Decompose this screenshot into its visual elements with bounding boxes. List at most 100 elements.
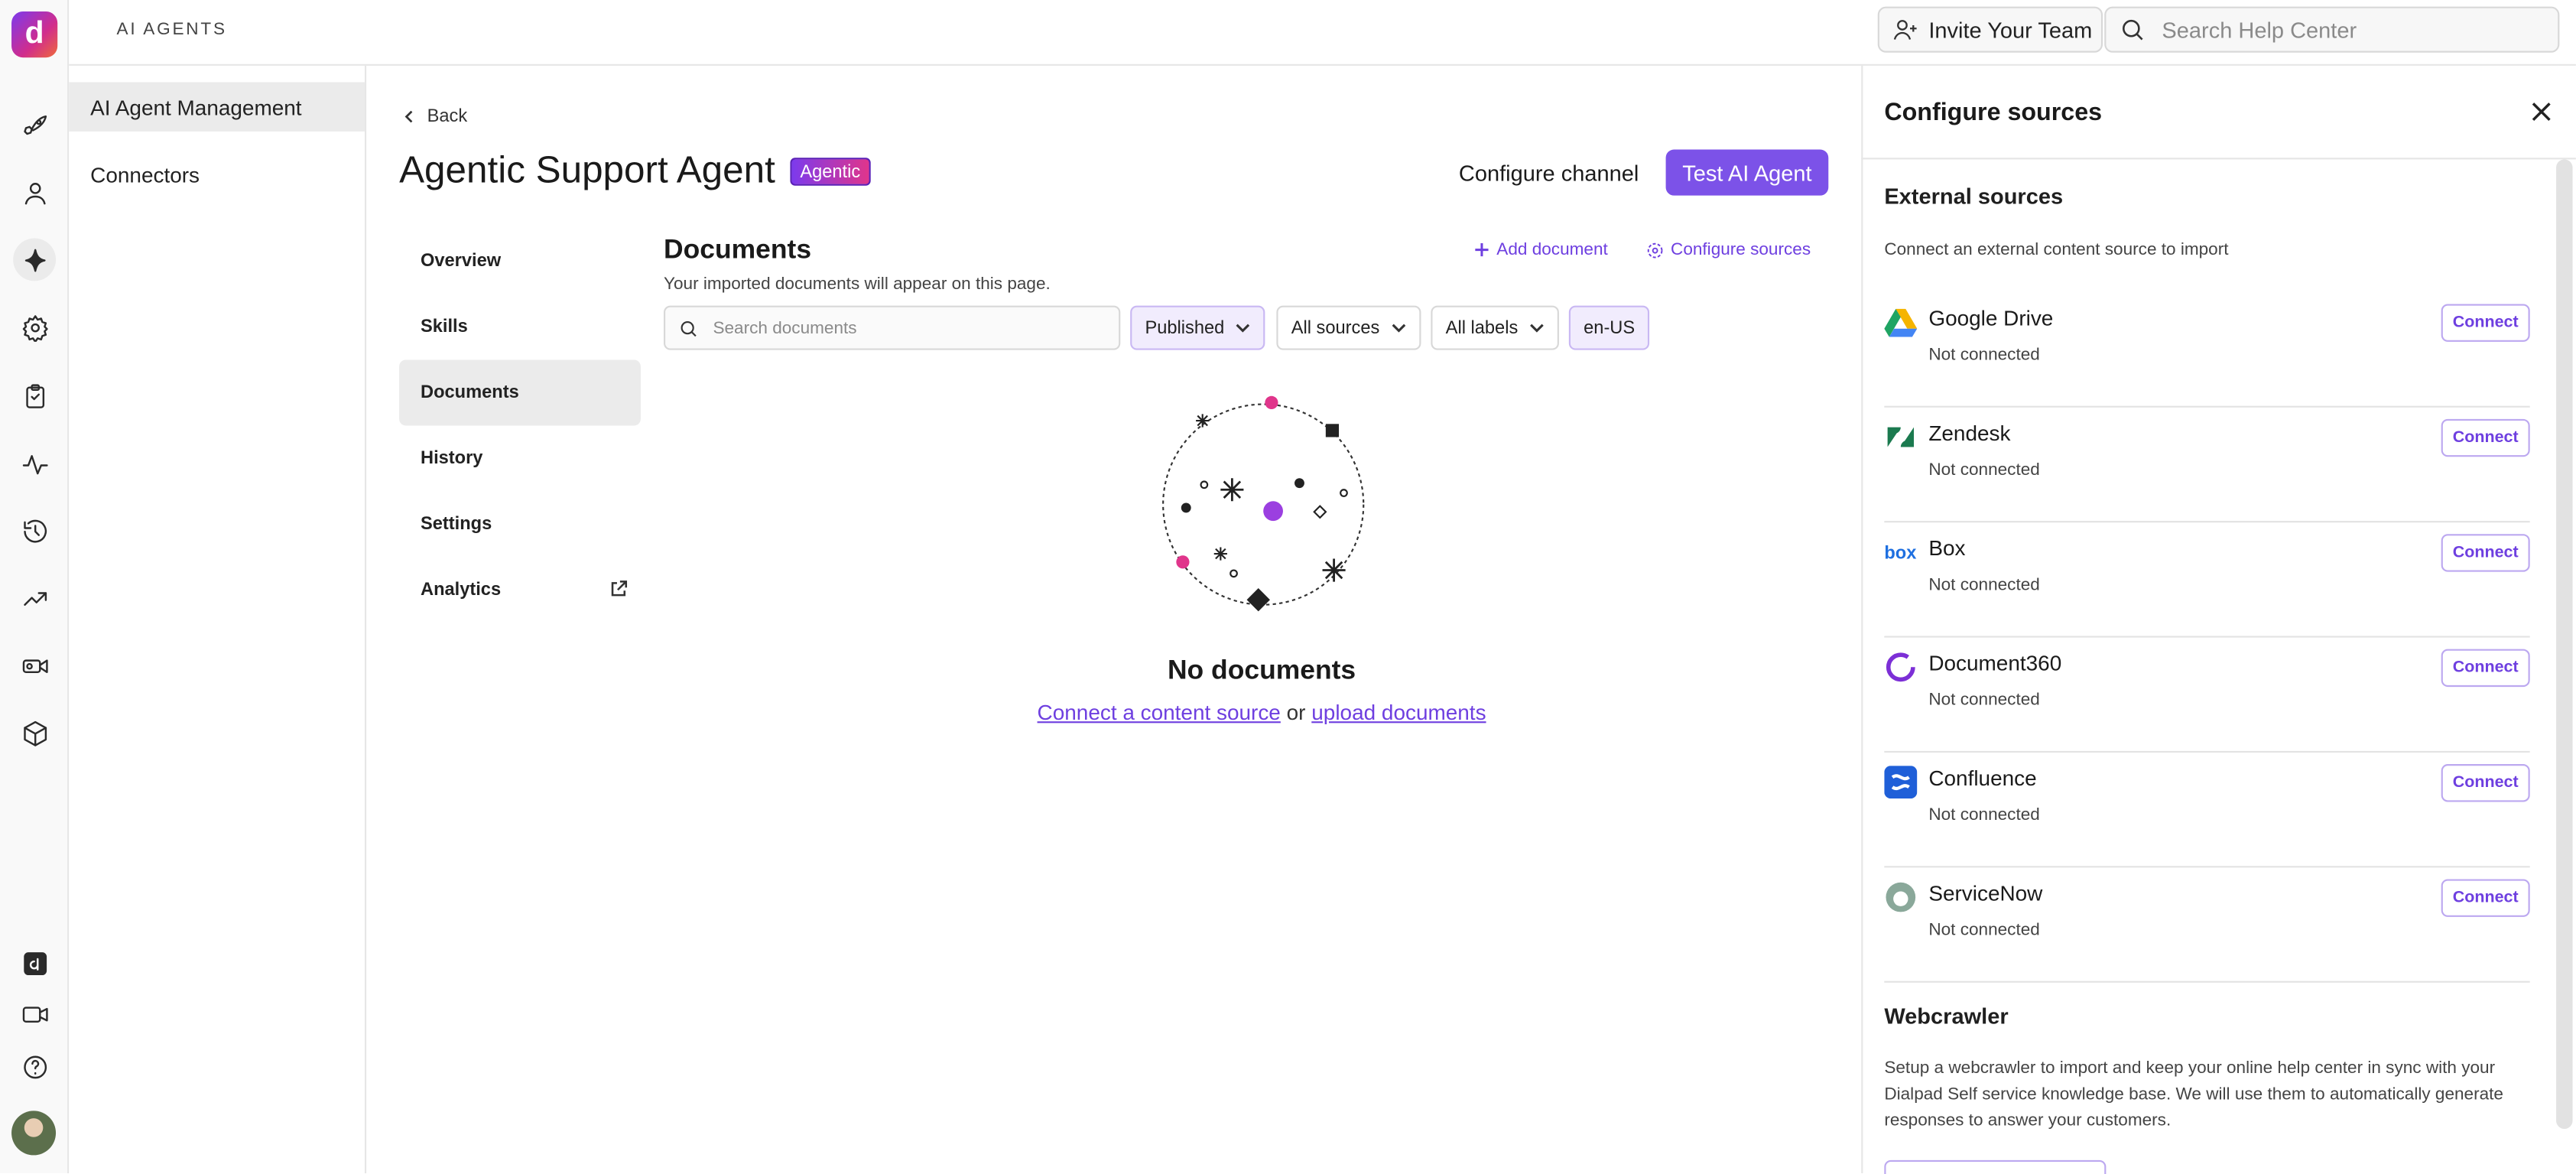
chevron-left-icon [404,110,413,123]
source-name: Zendesk [1928,421,2011,446]
empty-state-illustration [1162,395,1365,612]
source-status: Not connected [1928,805,2040,825]
source-row-zendesk: Zendesk Not connected Connect [1884,408,2530,523]
chevron-down-icon [1530,324,1544,333]
labels-filter[interactable]: All labels [1431,305,1559,350]
cube-icon[interactable] [13,711,56,754]
panel-title: Configure sources [1884,98,2103,127]
google-drive-icon [1884,308,1918,337]
tab-documents[interactable]: Documents [399,359,641,426]
top-bar: AI AGENTS Invite Your Team [69,0,2576,66]
source-name: Confluence [1928,766,2037,791]
configure-channel-button[interactable]: Configure channel [1446,151,1652,194]
source-name: Google Drive [1928,305,2054,330]
connect-source-link[interactable]: Connect a content source [1038,700,1281,724]
video-call-icon[interactable] [13,644,56,687]
tab-skills[interactable]: Skills [399,294,641,360]
sparkle-icon[interactable] [13,238,57,281]
invite-team-button[interactable]: Invite Your Team [1877,6,2103,53]
gear-icon [1647,242,1663,258]
box-icon: box [1884,543,1916,563]
person-add-icon [1893,20,1917,40]
confluence-icon [1884,766,1918,799]
app-rail: d [0,0,70,1174]
dialpad-logo[interactable]: d [11,11,58,58]
source-status: Not connected [1928,920,2040,940]
tab-history[interactable]: History [399,425,641,491]
trending-icon[interactable] [13,577,56,620]
webcrawler-button[interactable] [1884,1159,2107,1174]
rocket-icon[interactable] [13,103,56,146]
servicenow-icon [1886,882,1916,912]
close-icon[interactable] [2530,100,2553,123]
connect-button[interactable]: Connect [2441,418,2530,457]
document-search[interactable] [663,305,1121,350]
video-icon[interactable] [13,993,56,1036]
document-search-input[interactable] [713,317,1091,338]
gear-icon[interactable] [13,306,56,349]
back-link[interactable]: Back [402,107,467,126]
tab-analytics[interactable]: Analytics [399,557,641,623]
activity-icon[interactable] [13,442,56,485]
clipboard-icon[interactable] [13,375,56,418]
empty-state-title: No documents [1167,655,1356,685]
connect-button[interactable]: Connect [2441,534,2530,572]
chevron-down-icon [1236,324,1250,333]
help-icon[interactable] [13,1045,56,1088]
connect-button[interactable]: Connect [2441,304,2530,342]
invite-label: Invite Your Team [1928,17,2093,42]
secondary-sidebar: AI Agent Management Connectors [69,65,367,1174]
source-row-confluence: Confluence Not connected Connect [1884,753,2530,868]
source-status: Not connected [1928,345,2040,365]
source-row-google-drive: Google Drive Not connected Connect [1884,292,2530,408]
source-name: ServiceNow [1928,880,2043,906]
test-ai-agent-button[interactable]: Test AI Agent [1665,149,1829,196]
source-name: Document360 [1928,650,2062,676]
connect-button[interactable]: Connect [2441,764,2530,802]
plus-icon [1475,242,1489,257]
help-search-input[interactable] [2162,17,2524,42]
connect-button[interactable]: Connect [2441,649,2530,688]
svg-text:box: box [1884,543,1916,563]
zendesk-icon [1887,427,1915,447]
chevron-down-icon [1392,324,1405,333]
search-icon [681,320,697,337]
empty-state-actions: Connect a content source or upload docum… [1037,700,1486,725]
sources-filter[interactable]: All sources [1276,305,1421,350]
source-row-servicenow: ServiceNow Not connected Connect [1884,867,2530,983]
document360-icon [1886,652,1915,682]
sidebar-item-ai-agent-management[interactable]: AI Agent Management [69,82,365,132]
panel-scrollbar[interactable] [2556,159,2573,1130]
section-label: AI AGENTS [116,19,227,40]
avatar[interactable] [11,1111,57,1156]
sidebar-item-connectors[interactable]: Connectors [69,150,365,199]
search-icon [2123,19,2143,41]
source-row-document360: Document360 Not connected Connect [1884,638,2530,753]
locale-filter[interactable]: en-US [1568,305,1650,350]
documents-subtitle: Your imported documents will appear on t… [663,274,1051,294]
connect-button[interactable]: Connect [2441,879,2530,917]
source-status: Not connected [1928,574,2040,595]
external-sources-title: External sources [1884,184,2064,209]
webcrawler-title: Webcrawler [1884,1003,2009,1029]
upload-documents-link[interactable]: upload documents [1311,700,1486,724]
person-icon[interactable] [13,171,56,213]
external-sources-subtitle: Connect an external content source to im… [1884,239,2229,260]
tab-overview[interactable]: Overview [399,229,641,294]
source-status: Not connected [1928,460,2040,480]
tab-settings[interactable]: Settings [399,491,641,557]
dialpad-app-icon[interactable] [13,941,56,984]
source-status: Not connected [1928,690,2040,711]
documents-title: Documents [663,235,812,265]
help-search[interactable] [2104,6,2560,53]
divider [1861,158,2576,160]
source-row-box: box Box Not connected Connect [1884,522,2530,638]
external-link-icon [611,580,628,597]
configure-sources-button[interactable]: Configure sources [1646,240,1811,259]
webcrawler-description: Setup a webcrawler to import and keep yo… [1884,1058,2503,1131]
page-title: Agentic Support Agent [399,148,775,191]
status-filter[interactable]: Published [1130,305,1266,350]
add-document-button[interactable]: Add document [1473,240,1608,259]
source-name: Box [1928,535,1966,561]
history-icon[interactable] [13,509,56,552]
